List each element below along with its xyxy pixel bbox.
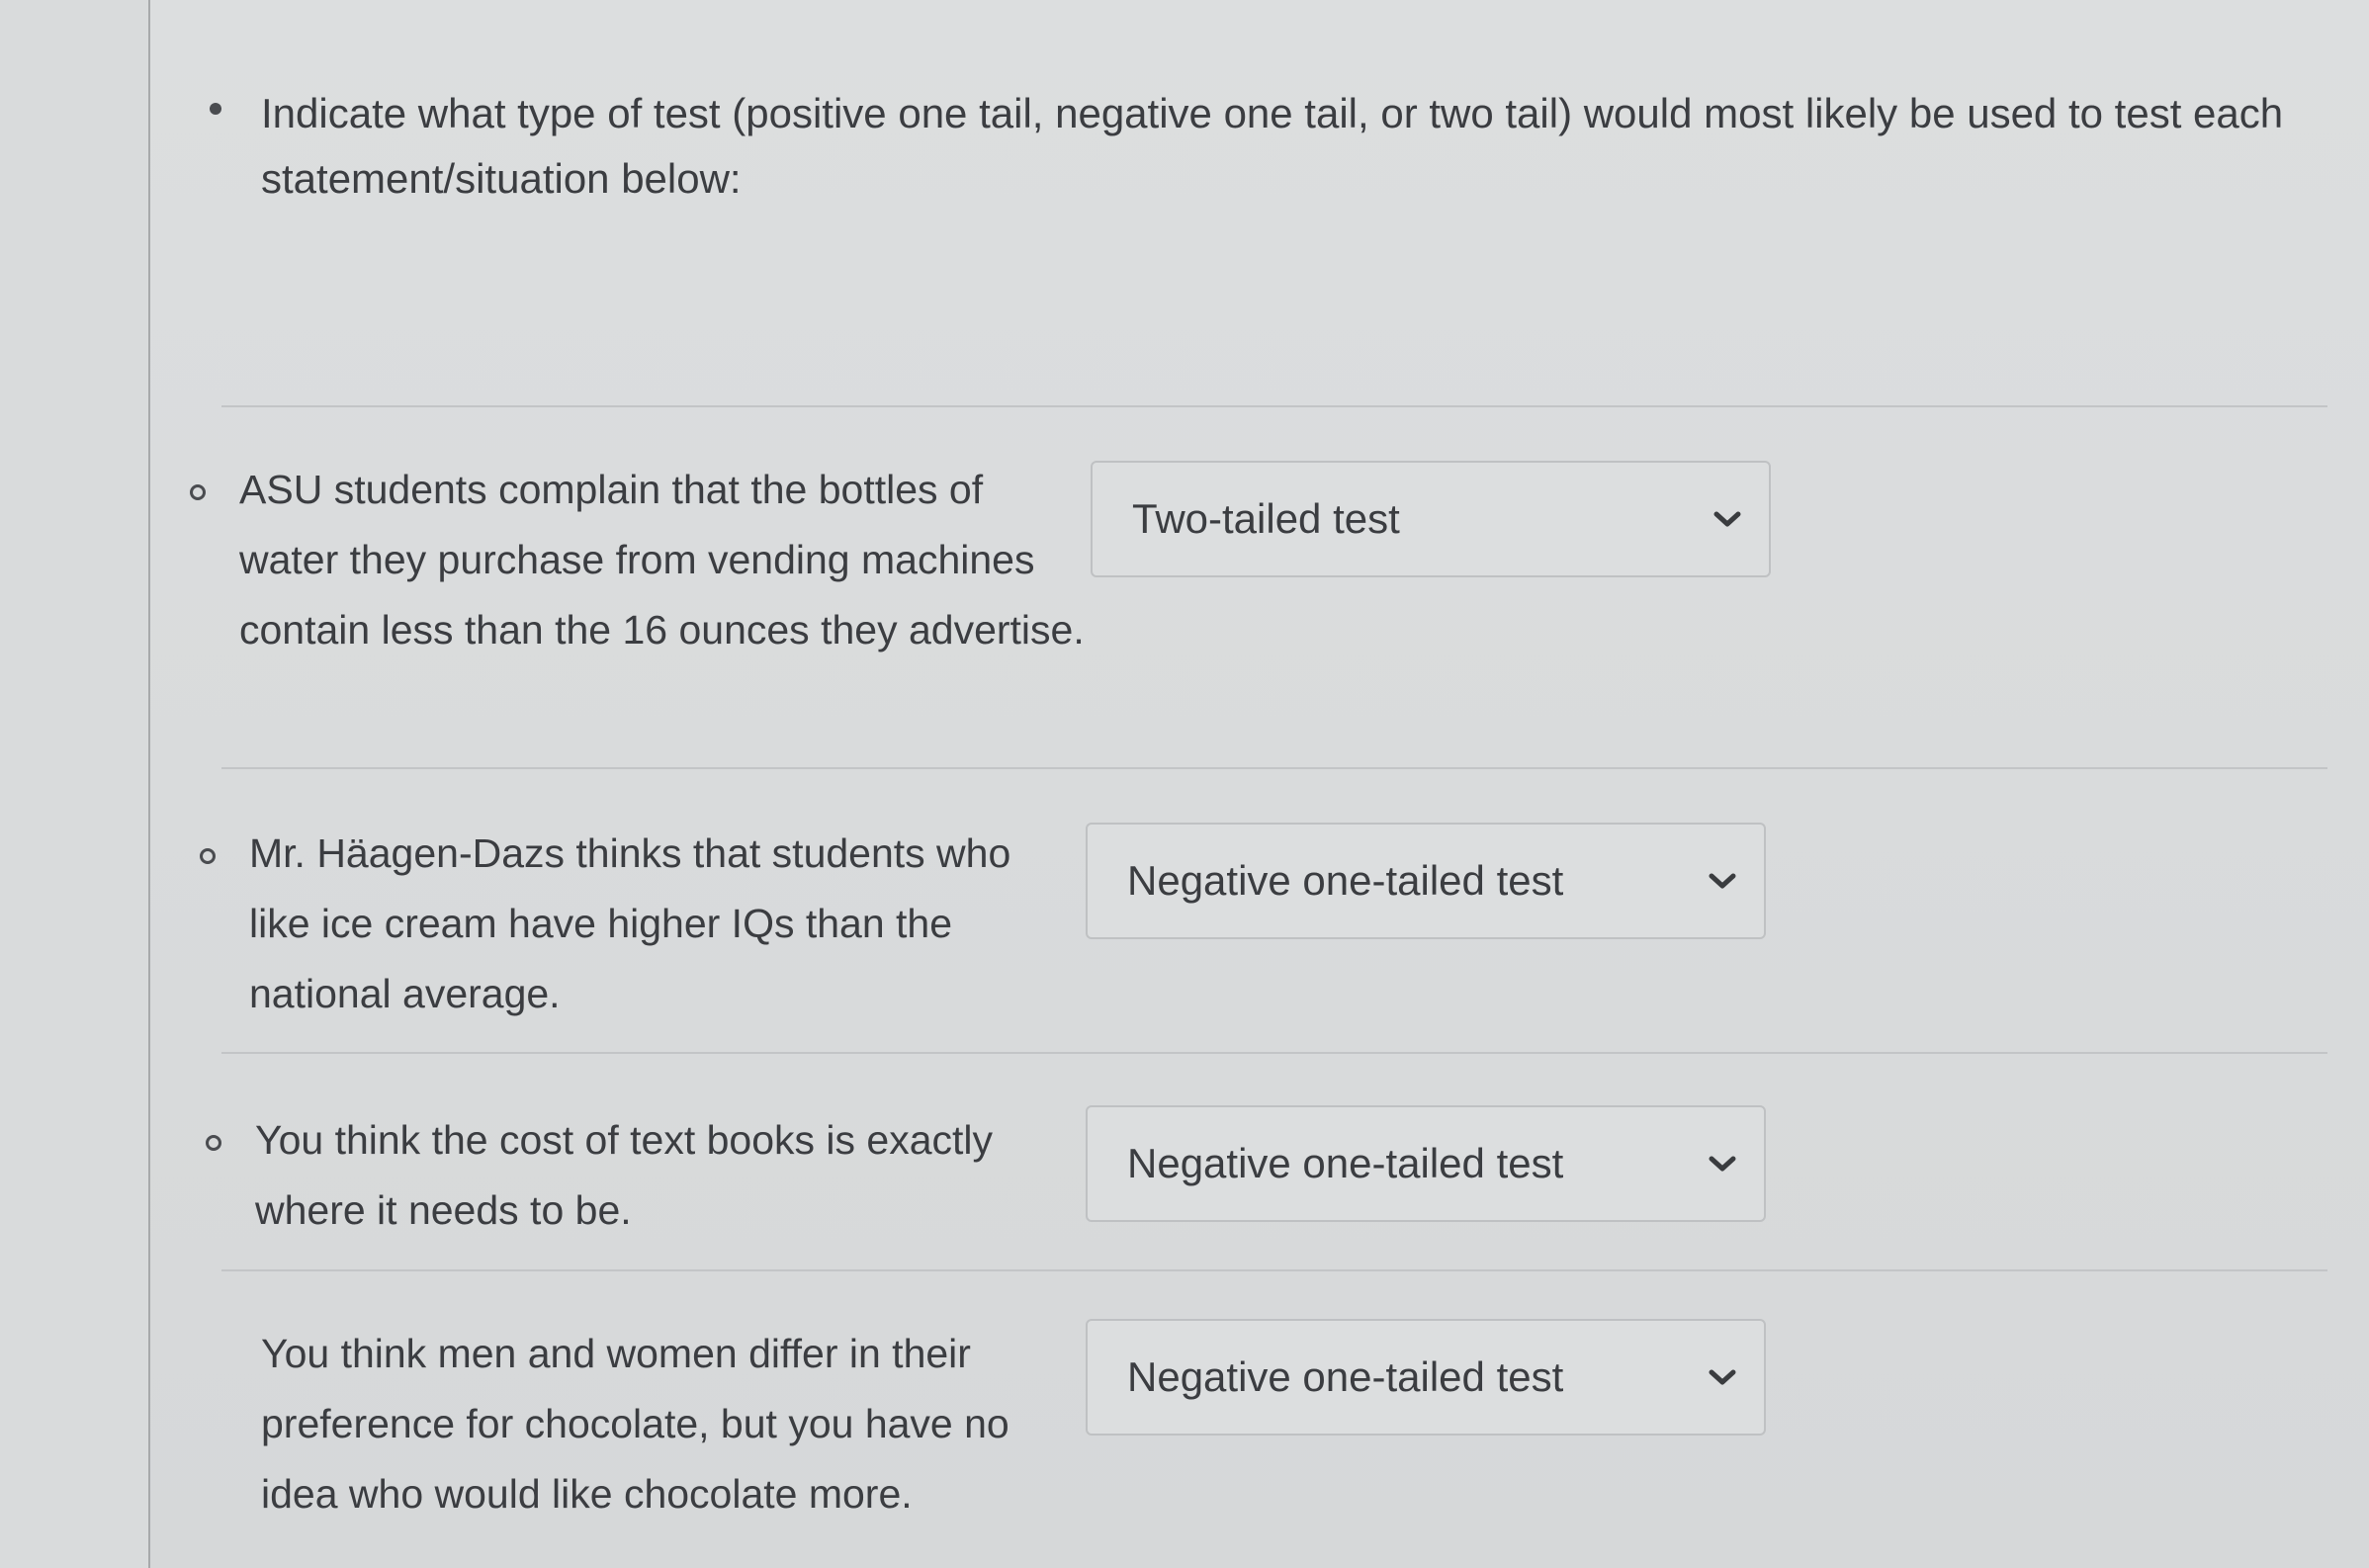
- test-type-select[interactable]: Negative one-tailed test: [1086, 1319, 1766, 1436]
- list-item: You think the cost of text books is exac…: [190, 1105, 2316, 1254]
- test-type-select[interactable]: Negative one-tailed test: [1086, 823, 1766, 939]
- statement-text: You think men and women differ in their …: [261, 1331, 1009, 1517]
- divider: [221, 1269, 2327, 1271]
- list-item: ASU students complain that the bottles o…: [190, 455, 2316, 751]
- circle-bullet-icon: [190, 484, 206, 500]
- test-type-select[interactable]: Two-tailed test: [1091, 461, 1771, 577]
- statement-text: You think the cost of text books is exac…: [255, 1117, 994, 1233]
- divider: [221, 1052, 2327, 1054]
- bullet-disc-icon: [210, 103, 221, 115]
- selected-value: Negative one-tailed test: [1127, 1140, 1564, 1186]
- circle-bullet-icon: [206, 1135, 221, 1151]
- chevron-down-icon[interactable]: [1705, 863, 1740, 899]
- statement-text: ASU students complain that the bottles o…: [239, 467, 1085, 653]
- selected-value: Negative one-tailed test: [1127, 1353, 1564, 1400]
- chevron-down-icon[interactable]: [1710, 501, 1745, 537]
- divider: [221, 405, 2327, 407]
- instruction-text: Indicate what type of test (positive one…: [261, 90, 2284, 202]
- selected-value: Two-tailed test: [1132, 495, 1400, 542]
- statement-text: Mr. Häagen-Dazs thinks that students who…: [249, 830, 1011, 1016]
- list-item: You think men and women differ in their …: [190, 1319, 2316, 1546]
- question-content: Indicate what type of test (positive one…: [150, 0, 2369, 1568]
- divider: [221, 767, 2327, 769]
- test-type-select[interactable]: Negative one-tailed test: [1086, 1105, 1766, 1222]
- instruction-row: Indicate what type of test (positive one…: [210, 81, 2325, 212]
- chevron-down-icon[interactable]: [1705, 1146, 1740, 1181]
- selected-value: Negative one-tailed test: [1127, 857, 1564, 904]
- list-item: Mr. Häagen-Dazs thinks that students who…: [190, 819, 2316, 1046]
- circle-bullet-icon: [200, 848, 216, 864]
- chevron-down-icon[interactable]: [1705, 1359, 1740, 1395]
